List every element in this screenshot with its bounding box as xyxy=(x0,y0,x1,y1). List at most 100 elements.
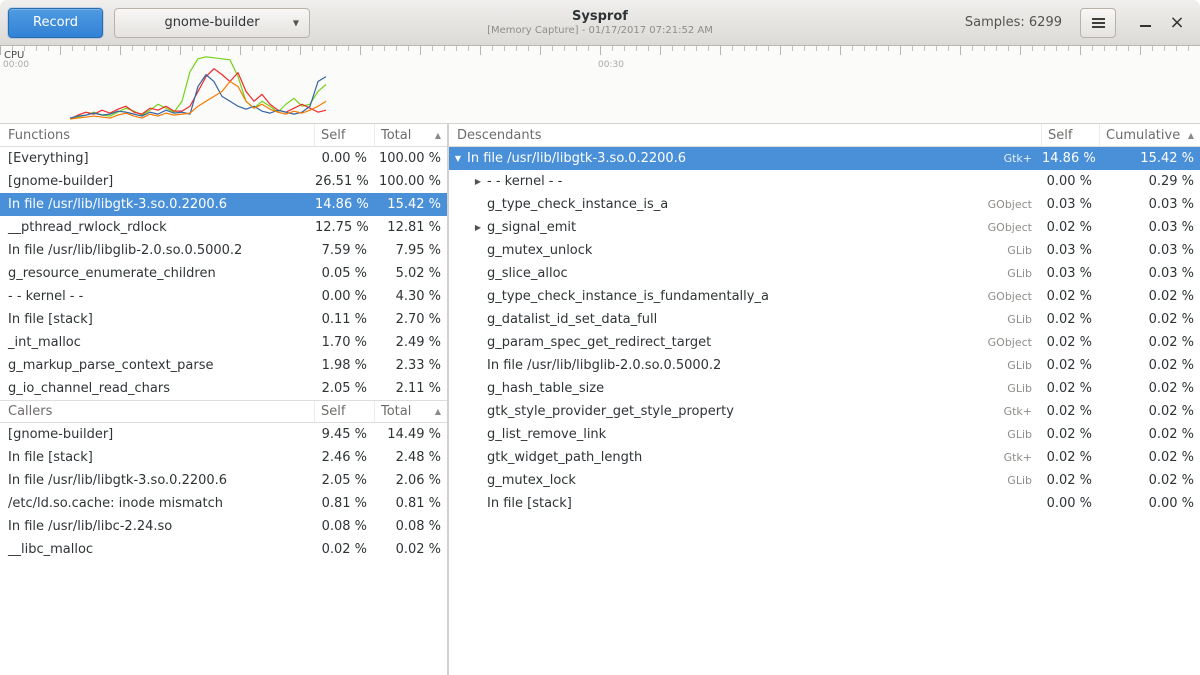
tree-cell: gtk_widget_path_length Gtk+ xyxy=(449,450,1042,465)
column-label: Self xyxy=(321,404,345,419)
self-percent: 0.03 % xyxy=(1042,243,1100,258)
library-badge: GLib xyxy=(999,359,1042,372)
menu-button[interactable] xyxy=(1080,8,1116,38)
function-name: __libc_malloc xyxy=(0,542,315,557)
column-header-self[interactable]: Self xyxy=(315,124,375,146)
app-title: Sysprof xyxy=(487,9,713,25)
cumulative-percent: 0.02 % xyxy=(1100,335,1200,350)
table-row[interactable]: - - kernel - -0.00 %4.30 % xyxy=(0,285,447,308)
table-row[interactable]: ▶g_signal_emitGObject0.02 %0.03 % xyxy=(449,216,1200,239)
table-row[interactable]: In file /usr/lib/libc-2.24.so0.08 %0.08 … xyxy=(0,515,447,538)
cumulative-percent: 0.03 % xyxy=(1100,197,1200,212)
table-row[interactable]: g_mutex_lockGLib0.02 %0.02 % xyxy=(449,469,1200,492)
column-label: Descendants xyxy=(457,128,542,143)
function-name: g_slice_alloc xyxy=(487,266,568,281)
total-percent: 15.42 % xyxy=(375,197,447,212)
tree-cell: g_mutex_lockGLib xyxy=(449,473,1042,488)
table-row[interactable]: In file /usr/lib/libglib-2.0.so.0.5000.2… xyxy=(0,239,447,262)
total-percent: 2.11 % xyxy=(375,381,447,396)
table-row[interactable]: g_io_channel_read_chars2.05 %2.11 % xyxy=(0,377,447,400)
table-row[interactable]: g_resource_enumerate_children0.05 %5.02 … xyxy=(0,262,447,285)
function-name: In file /usr/lib/libgtk-3.so.0.2200.6 xyxy=(467,151,686,166)
self-percent: 0.02 % xyxy=(1042,473,1100,488)
table-row[interactable]: In file /usr/lib/libgtk-3.so.0.2200.62.0… xyxy=(0,469,447,492)
self-percent: 2.05 % xyxy=(315,381,375,396)
callers-table-header: Callers Self Total ▲ xyxy=(0,400,447,423)
cumulative-percent: 0.03 % xyxy=(1100,220,1200,235)
minimize-button[interactable] xyxy=(1130,8,1160,38)
table-row[interactable]: gtk_style_provider_get_style_propertyGtk… xyxy=(449,400,1200,423)
expander-collapsed-icon[interactable]: ▶ xyxy=(469,177,487,186)
self-percent: 0.02 % xyxy=(1042,404,1100,419)
table-row[interactable]: g_list_remove_linkGLib0.02 %0.02 % xyxy=(449,423,1200,446)
table-row[interactable]: In file [stack]0.11 %2.70 % xyxy=(0,308,447,331)
table-row[interactable]: In file [stack]0.00 %0.00 % xyxy=(449,492,1200,515)
column-header-descendants[interactable]: Descendants xyxy=(449,124,1042,146)
total-percent: 0.81 % xyxy=(375,496,447,511)
record-button[interactable]: Record xyxy=(8,8,103,38)
table-row[interactable]: __libc_malloc0.02 %0.02 % xyxy=(0,538,447,561)
process-selector-dropdown[interactable]: gnome-builder ▼ xyxy=(114,8,310,38)
chevron-down-icon: ▼ xyxy=(293,18,299,27)
self-percent: 0.02 % xyxy=(1042,358,1100,373)
tree-cell: g_type_check_instance_is_aGObject xyxy=(449,197,1042,212)
table-row[interactable]: __pthread_rwlock_rdlock12.75 %12.81 % xyxy=(0,216,447,239)
self-percent: 0.02 % xyxy=(1042,289,1100,304)
table-row[interactable]: In file /usr/lib/libglib-2.0.so.0.5000.2… xyxy=(449,354,1200,377)
column-header-callers[interactable]: Callers xyxy=(0,401,315,422)
table-row[interactable]: [gnome-builder]9.45 %14.49 % xyxy=(0,423,447,446)
table-row[interactable]: [Everything]0.00 %100.00 % xyxy=(0,147,447,170)
total-percent: 2.06 % xyxy=(375,473,447,488)
function-name: In file [stack] xyxy=(487,496,572,511)
function-name: g_signal_emit xyxy=(487,220,576,235)
library-badge: GLib xyxy=(999,474,1042,487)
column-header-functions[interactable]: Functions xyxy=(0,124,315,146)
table-row[interactable]: /etc/ld.so.cache: inode mismatch0.81 %0.… xyxy=(0,492,447,515)
table-row[interactable]: g_hash_table_sizeGLib0.02 %0.02 % xyxy=(449,377,1200,400)
function-name: [Everything] xyxy=(0,151,315,166)
descendants-pane: Descendants Self Cumulative ▲ ▼In file /… xyxy=(449,124,1200,675)
table-row[interactable]: g_type_check_instance_is_aGObject0.03 %0… xyxy=(449,193,1200,216)
table-row[interactable]: _int_malloc1.70 %2.49 % xyxy=(0,331,447,354)
close-button[interactable]: × xyxy=(1162,8,1192,38)
samples-count: Samples: 6299 xyxy=(965,15,1062,30)
self-percent: 0.00 % xyxy=(1042,496,1100,511)
table-row[interactable]: ▶- - kernel - -0.00 %0.29 % xyxy=(449,170,1200,193)
table-row[interactable]: gtk_widget_path_lengthGtk+0.02 %0.02 % xyxy=(449,446,1200,469)
column-header-total[interactable]: Total ▲ xyxy=(375,401,447,422)
function-name: gtk_widget_path_length xyxy=(487,450,642,465)
library-badge: Gtk+ xyxy=(996,451,1042,464)
table-row[interactable]: [gnome-builder]26.51 %100.00 % xyxy=(0,170,447,193)
table-row[interactable]: ▼In file /usr/lib/libgtk-3.so.0.2200.6 Gt… xyxy=(449,147,1200,170)
library-badge: Gtk+ xyxy=(996,152,1042,165)
descendants-rows: ▼In file /usr/lib/libgtk-3.so.0.2200.6 Gt… xyxy=(449,147,1200,515)
table-row[interactable]: In file [stack]2.46 %2.48 % xyxy=(0,446,447,469)
column-header-total[interactable]: Total ▲ xyxy=(375,124,447,146)
function-name: In file /usr/lib/libgtk-3.so.0.2200.6 xyxy=(0,197,315,212)
function-name: In file [stack] xyxy=(0,450,315,465)
table-row[interactable]: g_datalist_id_set_data_fullGLib0.02 %0.0… xyxy=(449,308,1200,331)
expander-expanded-icon[interactable]: ▼ xyxy=(449,154,467,163)
table-row[interactable]: g_type_check_instance_is_fundamentally_a… xyxy=(449,285,1200,308)
sort-indicator-icon: ▲ xyxy=(1188,131,1194,140)
time-label-mid: 00:30 xyxy=(598,60,624,70)
sort-indicator-icon: ▲ xyxy=(435,407,441,416)
expander-collapsed-icon[interactable]: ▶ xyxy=(469,223,487,232)
column-header-self[interactable]: Self xyxy=(1042,124,1100,146)
table-row[interactable]: g_slice_allocGLib0.03 %0.03 % xyxy=(449,262,1200,285)
self-percent: 7.59 % xyxy=(315,243,375,258)
table-row[interactable]: g_param_spec_get_redirect_targetGObject0… xyxy=(449,331,1200,354)
self-percent: 2.05 % xyxy=(315,473,375,488)
column-header-cumulative[interactable]: Cumulative ▲ xyxy=(1100,124,1200,146)
function-name: g_type_check_instance_is_fundamentally_a xyxy=(487,289,769,304)
tree-cell: g_slice_allocGLib xyxy=(449,266,1042,281)
tree-cell: ▶g_signal_emitGObject xyxy=(449,220,1042,235)
total-percent: 0.08 % xyxy=(375,519,447,534)
self-percent: 2.46 % xyxy=(315,450,375,465)
table-row[interactable]: g_markup_parse_context_parse1.98 %2.33 % xyxy=(0,354,447,377)
table-row[interactable]: g_mutex_unlockGLib0.03 %0.03 % xyxy=(449,239,1200,262)
table-row[interactable]: In file /usr/lib/libgtk-3.so.0.2200.614.… xyxy=(0,193,447,216)
cpu-timeline[interactable]: CPU 00:00 00:30 xyxy=(0,46,1200,124)
cumulative-percent: 0.02 % xyxy=(1100,381,1200,396)
column-header-self[interactable]: Self xyxy=(315,401,375,422)
